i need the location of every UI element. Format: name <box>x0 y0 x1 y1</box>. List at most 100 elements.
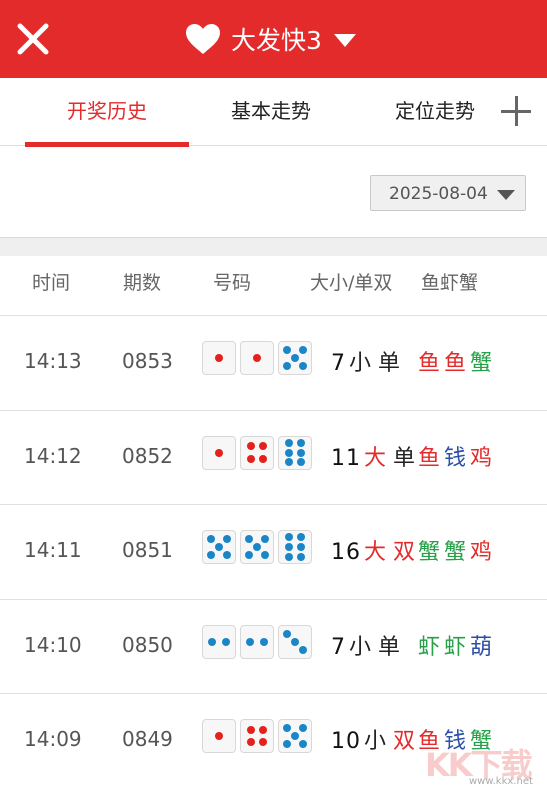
column-header-fish-shrimp-crab: 鱼虾蟹 <box>421 272 479 294</box>
fish-shrimp-crab-symbol: 鸡 <box>470 445 497 471</box>
draw-issue: 0851 <box>122 538 173 562</box>
table-row: 14:11 0851 16 大双蟹蟹鸡 <box>0 504 547 599</box>
die-pip <box>299 346 307 354</box>
die-face-6 <box>278 530 312 564</box>
die-face-1 <box>240 341 274 375</box>
tab-history[interactable]: 开奖历史 <box>25 78 189 144</box>
tab-basic-trend[interactable]: 基本走势 <box>200 78 342 144</box>
column-header-size-parity: 大小/单双 <box>310 272 393 294</box>
sum-size-parity: 7小单 <box>331 629 401 661</box>
fish-shrimp-crab-symbol: 鱼 <box>418 351 445 376</box>
die-face-1 <box>202 719 236 753</box>
die-pip <box>284 448 293 457</box>
die-pip <box>283 740 291 748</box>
sum-size-parity: 11 大单 <box>331 440 416 472</box>
die-face-5 <box>278 341 312 375</box>
die-face-5 <box>278 719 312 753</box>
die-face-1 <box>202 341 236 375</box>
die-pip <box>291 354 299 362</box>
die-pip <box>299 645 307 654</box>
die-pip <box>245 551 253 559</box>
draw-issue: 0850 <box>122 632 173 657</box>
fish-shrimp-crab-symbol: 虾 <box>444 634 471 660</box>
draw-parity: 单 <box>393 445 417 471</box>
die-pip <box>297 543 306 551</box>
tab-position-trend[interactable]: 定位走势 <box>370 78 500 144</box>
die-pip <box>283 346 291 354</box>
die-face-3 <box>278 624 312 659</box>
die-pip <box>215 354 223 362</box>
die-pip <box>297 552 306 561</box>
draw-time: 14:10 <box>24 632 82 657</box>
draw-time: 14:13 <box>24 349 82 373</box>
die-pip <box>222 637 231 646</box>
fish-shrimp-crab-symbol: 鱼 <box>444 351 471 376</box>
die-pip <box>223 535 231 543</box>
die-pip <box>261 551 269 559</box>
close-icon[interactable] <box>14 20 52 58</box>
fish-shrimp-crab-symbol: 虾 <box>418 634 445 660</box>
watermark-url: www.kkx.net <box>469 776 533 787</box>
die-pip <box>253 354 261 362</box>
draw-size: 小 <box>349 634 373 660</box>
chevron-down-icon <box>333 33 356 47</box>
die-pip <box>223 551 231 559</box>
lottery-selector[interactable]: 大发快3 <box>185 18 356 60</box>
die-pip <box>246 725 255 734</box>
die-pip <box>259 725 268 734</box>
draw-size: 小 <box>349 351 373 376</box>
die-pip <box>259 738 268 747</box>
die-face-5 <box>202 530 236 564</box>
watermark: KK下载 www.kkx.net <box>425 740 543 788</box>
die-pip <box>297 438 306 447</box>
heart-icon <box>186 24 220 54</box>
column-header-numbers: 号码 <box>213 272 252 294</box>
column-header-issue: 期数 <box>123 272 162 294</box>
sum-size-parity: 10 小双 <box>331 723 416 755</box>
die-pip <box>297 448 306 457</box>
die-pip <box>283 362 291 370</box>
plus-icon[interactable] <box>501 96 531 126</box>
fish-shrimp-crab-result: 蟹蟹鸡 <box>418 534 496 566</box>
draw-parity: 双 <box>393 540 417 565</box>
die-pip <box>297 533 306 542</box>
die-pip <box>284 438 293 447</box>
draw-parity: 双 <box>393 729 417 754</box>
section-divider <box>0 237 547 256</box>
die-pip <box>246 454 255 463</box>
draw-size: 小 <box>364 729 388 754</box>
date-value: 2025-08-04 <box>389 184 488 204</box>
draw-time: 14:12 <box>24 443 82 468</box>
die-pip <box>283 629 291 638</box>
die-face-2 <box>240 624 274 659</box>
draw-time: 14:09 <box>24 727 82 751</box>
draw-time: 14:11 <box>24 538 82 562</box>
die-pip <box>253 543 261 551</box>
date-select[interactable]: 2025-08-04 <box>370 175 526 211</box>
die-pip <box>207 535 215 543</box>
die-pip <box>245 637 254 646</box>
die-pip <box>245 535 253 543</box>
die-pip <box>284 552 293 561</box>
fish-shrimp-crab-symbol: 鸡 <box>470 540 497 565</box>
fish-shrimp-crab-symbol: 蟹 <box>444 540 471 565</box>
die-pip <box>284 533 293 542</box>
active-tab-indicator <box>25 142 189 147</box>
draw-parity: 单 <box>378 634 402 660</box>
table-row: 14:13 0853 7 小单鱼鱼蟹 <box>0 315 547 410</box>
draw-size: 大 <box>364 540 388 565</box>
draw-issue: 0853 <box>122 349 173 373</box>
die-face-6 <box>278 435 312 470</box>
die-pip <box>207 551 215 559</box>
draw-sum: 7 <box>331 634 346 660</box>
fish-shrimp-crab-symbol: 钱 <box>444 445 471 471</box>
die-pip <box>291 732 299 740</box>
die-pip <box>215 543 223 551</box>
die-pip <box>297 458 306 467</box>
fish-shrimp-crab-symbol: 葫 <box>470 634 497 660</box>
die-pip <box>299 740 307 748</box>
draw-issue: 0852 <box>122 443 173 468</box>
draw-sum: 16 <box>331 540 361 565</box>
fish-shrimp-crab-result: 鱼钱鸡 <box>418 440 496 472</box>
draw-size: 大 <box>364 445 388 471</box>
